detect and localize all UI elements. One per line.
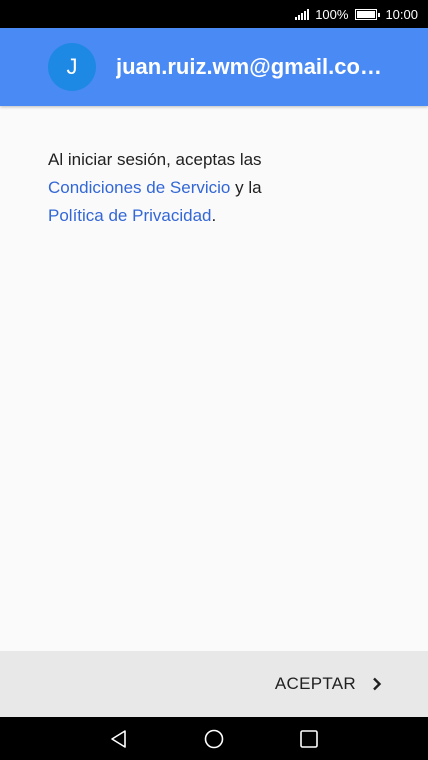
recents-icon[interactable] [298,728,320,750]
signal-icon [295,8,310,20]
action-bar: ACEPTAR [0,651,428,717]
avatar-letter: J [66,54,78,79]
battery-percent: 100% [315,6,349,22]
account-email: juan.ruiz.wm@gmail.co… [116,54,382,79]
battery-icon [355,8,381,20]
screen: 100% 10:00 J juan.ruiz.wm@gmail.co… Al i… [0,0,428,760]
accept-label: ACEPTAR [274,674,356,693]
terms-of-service-link[interactable]: Condiciones de Servicio [48,178,230,197]
nav-bar [0,717,428,760]
privacy-policy-link[interactable]: Política de Privacidad [48,206,211,225]
terms-intro: Al iniciar sesión, aceptas las [48,150,262,169]
home-icon[interactable] [203,728,225,750]
account-header: J juan.ruiz.wm@gmail.co… [0,28,428,106]
avatar: J [48,43,96,91]
accept-button[interactable]: ACEPTAR [275,674,382,694]
status-time: 10:00 [385,6,418,22]
terms-end: . [211,206,217,225]
chevron-right-icon [373,677,382,691]
back-icon[interactable] [108,728,130,750]
status-bar: 100% 10:00 [0,0,428,28]
terms-connector: y la [235,178,262,197]
terms-text: Al iniciar sesión, aceptas las Condicione… [48,146,388,230]
